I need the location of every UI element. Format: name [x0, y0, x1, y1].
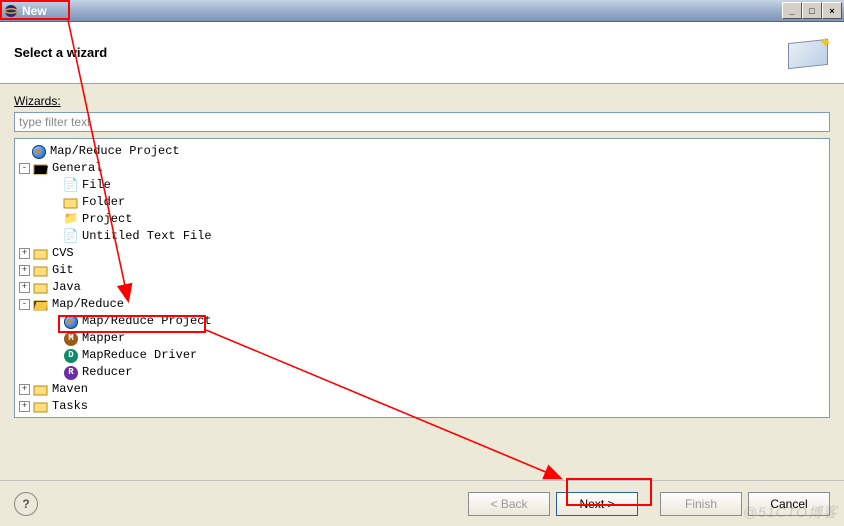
wizard-tree[interactable]: Map/Reduce Project - General 📄 File Fold… — [14, 138, 830, 418]
tree-item-label: Map/Reduce Project — [50, 143, 180, 160]
tree-item-reducer[interactable]: R Reducer — [19, 364, 829, 381]
button-bar: ? < Back Next > Finish Cancel — [0, 480, 844, 526]
folder-open-icon — [33, 297, 49, 313]
help-button[interactable]: ? — [14, 492, 38, 516]
expand-icon[interactable]: + — [19, 384, 30, 395]
eclipse-icon — [4, 4, 18, 18]
tree-item-label: General — [52, 160, 102, 177]
tree-item-label: Untitled Text File — [82, 228, 212, 245]
globe-icon — [31, 144, 47, 160]
tree-item-label: Reducer — [82, 364, 132, 381]
tree-item-label: Tasks — [52, 398, 88, 415]
banner-title: Select a wizard — [14, 45, 786, 60]
tree-item-label: Map/Reduce — [52, 296, 124, 313]
window-title: New — [22, 4, 782, 18]
tree-item-mapreduce[interactable]: - Map/Reduce — [19, 296, 829, 313]
file-icon: 📄 — [63, 178, 79, 194]
tree-item-label: Java — [52, 279, 81, 296]
content-area: Wizards: type filter text Map/Reduce Pro… — [0, 84, 844, 418]
tree-item-label: Maven — [52, 381, 88, 398]
tree-item-folder[interactable]: Folder — [19, 194, 829, 211]
mapper-icon: M — [63, 331, 79, 347]
expand-icon[interactable]: + — [19, 401, 30, 412]
wizard-banner: Select a wizard ✦ — [0, 22, 844, 84]
expand-icon[interactable]: + — [19, 248, 30, 259]
tree-item-label: Git — [52, 262, 74, 279]
tree-item-project[interactable]: 📁 Project — [19, 211, 829, 228]
tree-item-label: Mapper — [82, 330, 125, 347]
tree-item-label: Map/Reduce Project — [82, 313, 212, 330]
tree-item-label: Project — [82, 211, 132, 228]
folder-icon — [63, 195, 79, 211]
globe-icon — [63, 314, 79, 330]
tree-item-mapreduce-project-top[interactable]: Map/Reduce Project — [19, 143, 829, 160]
tree-item-mapreduce-project[interactable]: Map/Reduce Project — [19, 313, 829, 330]
tree-item-maven[interactable]: + Maven — [19, 381, 829, 398]
back-button[interactable]: < Back — [468, 492, 550, 516]
tree-item-label: CVS — [52, 245, 74, 262]
text-file-icon: 📄 — [63, 229, 79, 245]
folder-closed-icon — [33, 263, 49, 279]
folder-closed-icon — [33, 382, 49, 398]
collapse-icon[interactable]: - — [19, 299, 30, 310]
next-button[interactable]: Next > — [556, 492, 638, 516]
window-controls: _ □ × — [782, 2, 842, 19]
collapse-icon[interactable]: - — [19, 163, 30, 174]
cancel-button[interactable]: Cancel — [748, 492, 830, 516]
tree-item-cvs[interactable]: + CVS — [19, 245, 829, 262]
tree-item-general[interactable]: - General — [19, 160, 829, 177]
titlebar: New _ □ × — [0, 0, 844, 22]
folder-closed-icon — [33, 399, 49, 415]
close-button[interactable]: × — [822, 2, 842, 19]
tree-item-label: File — [82, 177, 111, 194]
wizard-banner-icon: ✦ — [786, 33, 830, 73]
driver-icon: D — [63, 348, 79, 364]
tree-item-mapreduce-driver[interactable]: D MapReduce Driver — [19, 347, 829, 364]
reducer-icon: R — [63, 365, 79, 381]
project-icon: 📁 — [63, 212, 79, 228]
tree-item-git[interactable]: + Git — [19, 262, 829, 279]
wizards-label: Wizards: — [14, 94, 830, 108]
folder-closed-icon — [33, 246, 49, 262]
expand-icon[interactable]: + — [19, 265, 30, 276]
filter-input[interactable]: type filter text — [14, 112, 830, 132]
tree-item-mapper[interactable]: M Mapper — [19, 330, 829, 347]
expand-icon[interactable]: + — [19, 282, 30, 293]
tree-item-label: Folder — [82, 194, 125, 211]
minimize-button[interactable]: _ — [782, 2, 802, 19]
tree-item-java[interactable]: + Java — [19, 279, 829, 296]
tree-item-tasks[interactable]: + Tasks — [19, 398, 829, 415]
tree-item-label: MapReduce Driver — [82, 347, 197, 364]
maximize-button[interactable]: □ — [802, 2, 822, 19]
tree-item-untitled-text-file[interactable]: 📄 Untitled Text File — [19, 228, 829, 245]
tree-item-file[interactable]: 📄 File — [19, 177, 829, 194]
folder-closed-icon — [33, 280, 49, 296]
finish-button[interactable]: Finish — [660, 492, 742, 516]
folder-open-icon — [33, 161, 49, 177]
